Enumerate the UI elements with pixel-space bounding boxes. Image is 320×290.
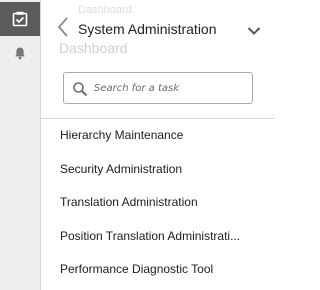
search-input[interactable] bbox=[94, 74, 244, 102]
task-translation-administration[interactable]: Translation Administration bbox=[41, 186, 275, 220]
task-position-translation-administration[interactable]: Position Translation Administrati... bbox=[41, 220, 275, 254]
task-list: Hierarchy Maintenance Security Administr… bbox=[41, 119, 275, 287]
chevron-down-icon bbox=[247, 27, 261, 35]
search-box bbox=[63, 72, 253, 104]
left-rail bbox=[0, 0, 41, 290]
task-hierarchy-maintenance[interactable]: Hierarchy Maintenance bbox=[41, 119, 275, 153]
tasks-panel: Dashboard Dashboard System Administratio… bbox=[41, 0, 275, 290]
back-button[interactable] bbox=[57, 14, 73, 40]
page-title: System Administration bbox=[78, 21, 217, 37]
task-security-administration[interactable]: Security Administration bbox=[41, 153, 275, 187]
task-performance-diagnostic-tool[interactable]: Performance Diagnostic Tool bbox=[41, 253, 275, 287]
tasks-rail-button[interactable] bbox=[0, 2, 40, 36]
checklist-icon bbox=[12, 11, 28, 27]
search-icon bbox=[73, 82, 88, 97]
background-label: Dashboard bbox=[78, 4, 132, 16]
panel-header: Dashboard Dashboard System Administratio… bbox=[41, 0, 275, 62]
chevron-left-icon bbox=[57, 17, 68, 37]
notifications-rail-button[interactable] bbox=[0, 36, 40, 70]
expand-menu-button[interactable] bbox=[245, 22, 263, 40]
background-label: Dashboard bbox=[59, 40, 128, 56]
bell-icon bbox=[15, 47, 25, 60]
